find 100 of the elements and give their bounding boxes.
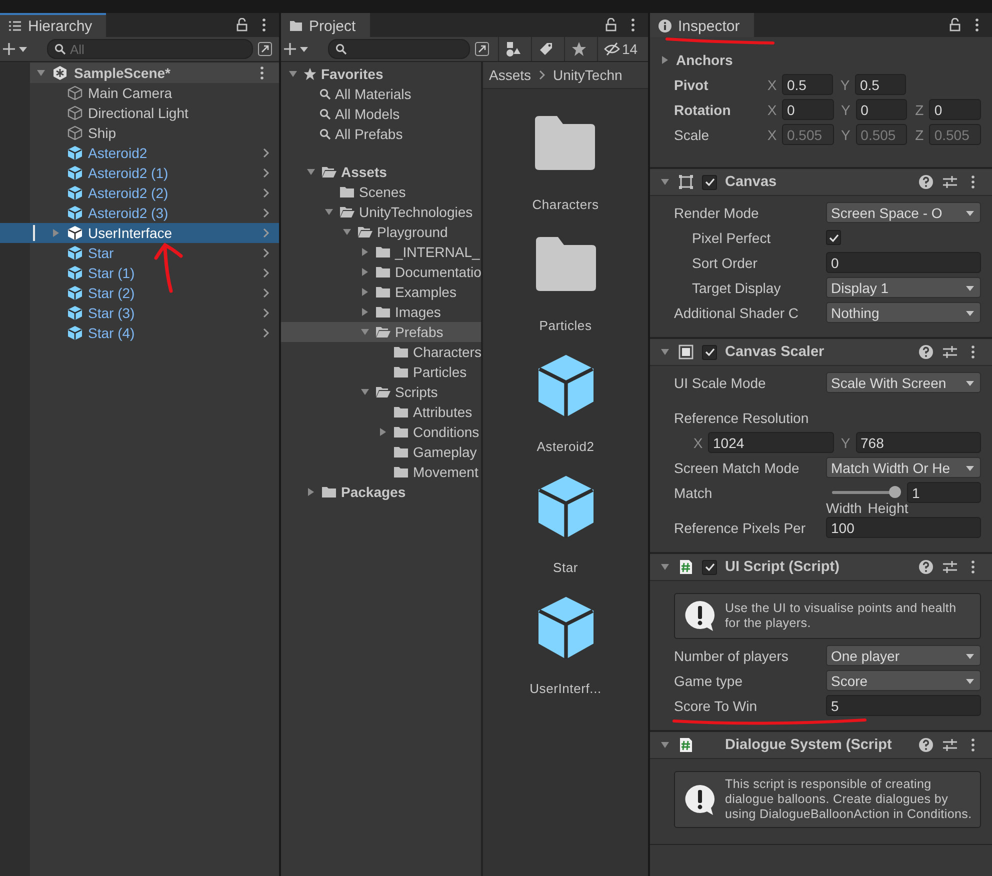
number-field[interactable]: 0.5 xyxy=(782,74,833,95)
dropdown[interactable]: Match Width Or He xyxy=(826,457,981,478)
collapsed-arrow-icon[interactable] xyxy=(306,487,316,497)
expanded-arrow-icon[interactable] xyxy=(324,207,334,217)
presets-icon[interactable] xyxy=(942,344,958,360)
folder-item[interactable]: Characters xyxy=(281,342,481,362)
checkbox[interactable] xyxy=(702,344,717,360)
expanded-arrow-icon[interactable] xyxy=(342,227,352,237)
presets-icon[interactable] xyxy=(942,737,958,753)
collapsed-arrow-icon[interactable] xyxy=(360,247,370,257)
number-field[interactable]: 0 xyxy=(856,99,908,120)
panel-tab[interactable]: Hierarchy xyxy=(0,13,106,37)
favorites-header[interactable]: Favorites xyxy=(281,64,481,84)
breadcrumb-link[interactable]: UnityTechn xyxy=(553,67,622,83)
folder-item[interactable]: Movement xyxy=(281,462,481,482)
number-field[interactable]: 0.5 xyxy=(855,74,906,95)
dropdown[interactable]: One player xyxy=(826,645,981,666)
number-field[interactable]: 1 xyxy=(907,482,981,503)
component-header[interactable]: UI Script (Script) xyxy=(650,553,992,581)
folder-item[interactable]: Particles xyxy=(281,362,481,382)
help-icon[interactable] xyxy=(918,559,934,575)
folder-item[interactable]: Attributes xyxy=(281,402,481,422)
folder-item[interactable]: Documentatio xyxy=(281,262,481,282)
folder-item[interactable]: Images xyxy=(281,302,481,322)
dropdown[interactable]: Screen Space - O xyxy=(826,202,981,223)
presets-icon[interactable] xyxy=(942,174,958,190)
folder-item[interactable]: Gameplay xyxy=(281,442,481,462)
favorite-item[interactable]: All Models xyxy=(281,104,481,124)
lock-icon[interactable] xyxy=(948,18,962,32)
hierarchy-item[interactable]: Star (4) xyxy=(0,323,279,343)
presets-icon[interactable] xyxy=(942,559,958,575)
number-field[interactable]: 0 xyxy=(826,252,981,273)
search-field[interactable]: All xyxy=(47,39,253,59)
tag-icon[interactable] xyxy=(538,41,554,57)
favorite-item[interactable]: All Prefabs xyxy=(281,124,481,144)
component-header[interactable]: Canvas xyxy=(650,168,992,196)
folder-item[interactable]: _INTERNAL_ xyxy=(281,242,481,262)
folder-item[interactable]: Examples xyxy=(281,282,481,302)
search-field[interactable] xyxy=(328,39,470,59)
checkbox[interactable] xyxy=(702,560,717,574)
lock-icon[interactable] xyxy=(604,18,618,32)
number-field[interactable]: 0 xyxy=(782,99,834,120)
help-icon[interactable] xyxy=(918,344,934,360)
help-icon[interactable] xyxy=(918,737,934,753)
star-icon[interactable] xyxy=(571,41,587,57)
collapsed-arrow-icon[interactable] xyxy=(360,267,370,277)
hierarchy-item[interactable]: Star xyxy=(0,243,279,263)
search-picker-icon[interactable] xyxy=(474,41,490,57)
hierarchy-item[interactable]: Star (3) xyxy=(0,303,279,323)
expanded-arrow-icon[interactable] xyxy=(660,562,670,572)
folder-item[interactable]: Scripts xyxy=(281,382,481,402)
hierarchy-item[interactable]: Asteroid2 (2) xyxy=(0,183,279,203)
hierarchy-item[interactable]: Star (2) xyxy=(0,283,279,303)
hidden-packages-toggle[interactable]: 14 xyxy=(597,37,644,61)
expanded-arrow-icon[interactable] xyxy=(306,167,316,177)
scene-picker-icon[interactable] xyxy=(257,41,273,57)
checkbox[interactable] xyxy=(826,230,841,245)
favorite-item[interactable]: All Materials xyxy=(281,84,481,104)
folder-item[interactable]: Conditions xyxy=(281,422,481,442)
hierarchy-item[interactable]: Star (1) xyxy=(0,263,279,283)
number-field[interactable]: 768 xyxy=(856,432,981,453)
dropdown[interactable]: Display 1 xyxy=(826,277,981,298)
folder-item[interactable]: Prefabs xyxy=(281,322,481,342)
breadcrumb-link[interactable]: Assets xyxy=(489,67,532,83)
number-field[interactable]: 1024 xyxy=(708,432,834,453)
foldout-label[interactable]: Anchors xyxy=(676,52,733,68)
hierarchy-item[interactable]: Ship xyxy=(0,123,279,143)
expanded-arrow-icon[interactable] xyxy=(360,327,370,337)
shapes-icon[interactable] xyxy=(505,41,521,57)
help-icon[interactable] xyxy=(918,174,934,190)
collapsed-arrow-icon[interactable] xyxy=(360,307,370,317)
dropdown[interactable]: Scale With Screen xyxy=(826,372,981,393)
checkbox[interactable] xyxy=(702,174,717,190)
folder-item[interactable]: Assets xyxy=(281,162,481,182)
collapsed-arrow-icon[interactable] xyxy=(360,287,370,297)
component-header[interactable]: Dialogue System (Script xyxy=(650,731,992,759)
folder-item[interactable]: Playground xyxy=(281,222,481,242)
expanded-arrow-icon[interactable] xyxy=(288,69,298,79)
hierarchy-item[interactable]: Asteroid2 (3) xyxy=(0,203,279,223)
dropdown[interactable]: Score xyxy=(826,670,981,691)
expanded-arrow-icon[interactable] xyxy=(36,68,46,78)
folder-item[interactable]: UnityTechnologies xyxy=(281,202,481,222)
folder-item[interactable]: Packages xyxy=(281,482,481,502)
slider-handle[interactable] xyxy=(889,486,901,498)
hierarchy-item[interactable]: Asteroid2 xyxy=(0,143,279,163)
hierarchy-item[interactable]: Directional Light xyxy=(0,103,279,123)
number-field[interactable]: 100 xyxy=(826,517,981,538)
collapsed-arrow-icon[interactable] xyxy=(660,54,670,64)
number-field[interactable]: 5 xyxy=(826,695,981,716)
expanded-arrow-icon[interactable] xyxy=(660,740,670,750)
panel-tab[interactable]: Project xyxy=(281,13,370,37)
collapsed-arrow-icon[interactable] xyxy=(378,427,388,437)
hierarchy-item[interactable]: Main Camera xyxy=(0,83,279,103)
dropdown[interactable]: Nothing xyxy=(826,302,981,323)
hierarchy-item[interactable]: Asteroid2 (1) xyxy=(0,163,279,183)
hierarchy-item[interactable]: UserInterface xyxy=(0,223,279,243)
expanded-arrow-icon[interactable] xyxy=(660,177,670,187)
number-field[interactable]: 0 xyxy=(929,99,982,120)
expanded-arrow-icon[interactable] xyxy=(660,347,670,357)
folder-item[interactable]: Scenes xyxy=(281,182,481,202)
